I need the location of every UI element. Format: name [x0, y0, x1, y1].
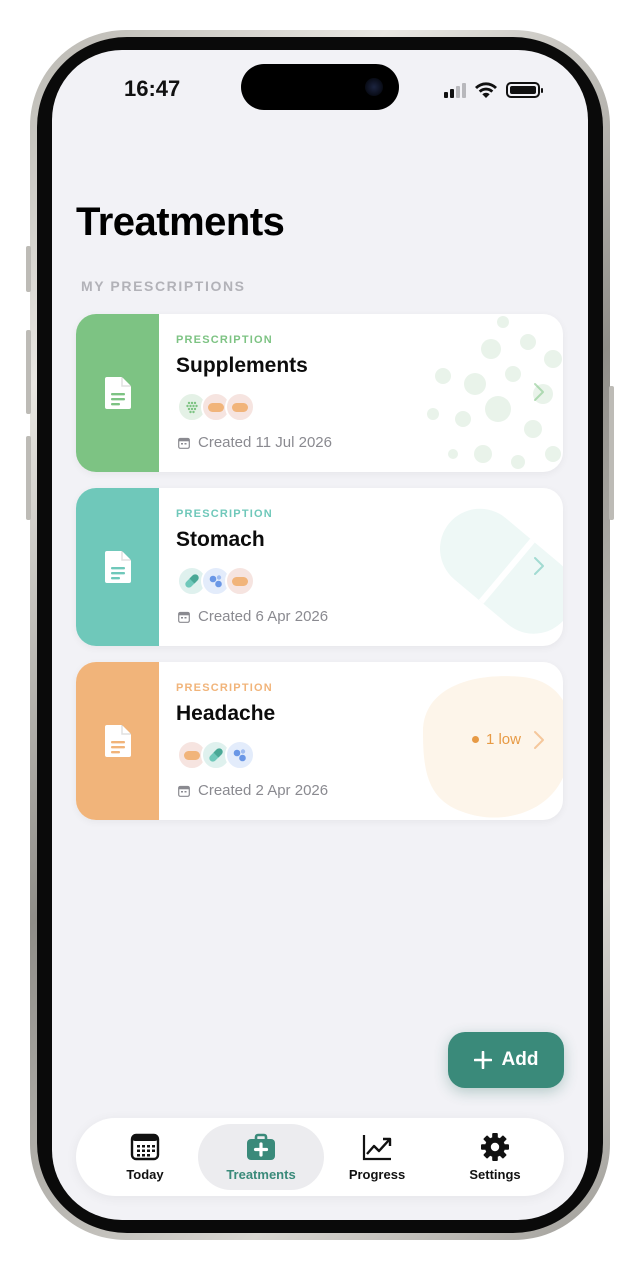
tab-settings[interactable]: Settings: [432, 1124, 558, 1190]
calendar-small-icon: [178, 611, 190, 623]
card-kicker: PRESCRIPTION: [176, 334, 273, 346]
calendar-small-icon: [178, 437, 190, 449]
blue-tablets-icon: [225, 740, 255, 770]
page-title: Treatments: [76, 200, 285, 244]
power-button: [609, 386, 614, 520]
card-color-strip: [76, 314, 159, 472]
chevron-right-icon: [534, 383, 544, 401]
low-stock-badge: 1 low: [471, 731, 521, 748]
trend-chart-icon: [362, 1134, 392, 1160]
camera-icon: [365, 78, 383, 96]
volume-down-button: [26, 436, 31, 520]
medication-icons: [177, 566, 255, 596]
status-icons: [444, 80, 543, 100]
low-stock-text: 1 low: [485, 731, 521, 748]
medication-icons: [177, 392, 255, 422]
orange-capsule-icon: [225, 566, 255, 596]
signal-icon: [444, 82, 466, 98]
chevron-right-icon: [534, 731, 544, 749]
gear-icon: [481, 1132, 509, 1161]
calendar-icon: [130, 1133, 160, 1160]
card-kicker: PRESCRIPTION: [176, 508, 273, 520]
created-date: Created 11 Jul 2026: [178, 434, 332, 451]
created-date-text: Created 6 Apr 2026: [198, 608, 329, 625]
tab-bar: Today Treatments Progress Settings: [76, 1118, 564, 1196]
prescription-card-headache[interactable]: PRESCRIPTION Headache Created 2 Apr 2026…: [76, 662, 563, 820]
dynamic-island: [241, 64, 399, 110]
plus-icon: [473, 1051, 492, 1069]
status-time: 16:47: [124, 76, 181, 101]
tab-label: Settings: [469, 1166, 521, 1182]
section-label: MY PRESCRIPTIONS: [81, 278, 246, 294]
prescription-name: Headache: [176, 702, 276, 725]
created-date: Created 6 Apr 2026: [178, 608, 328, 625]
tab-progress[interactable]: Progress: [314, 1124, 440, 1190]
card-kicker: PRESCRIPTION: [176, 682, 273, 694]
created-date-text: Created 11 Jul 2026: [198, 434, 332, 451]
created-date-text: Created 2 Apr 2026: [198, 782, 329, 799]
prescription-name: Supplements: [176, 354, 308, 377]
card-color-strip: [76, 662, 159, 820]
add-prescription-button[interactable]: Add: [448, 1032, 564, 1088]
card-color-strip: [76, 488, 159, 646]
document-icon: [104, 725, 131, 757]
mute-switch: [26, 246, 31, 292]
document-icon: [104, 551, 131, 583]
medication-icons: [177, 740, 255, 770]
screen: 16:47 Treatments MY PRESCRIPTIONS PRESCR…: [52, 50, 588, 1220]
created-date: Created 2 Apr 2026: [178, 782, 328, 799]
orange-capsule-icon: [225, 392, 255, 422]
tab-label: Progress: [348, 1166, 406, 1182]
tab-label: Treatments: [226, 1166, 296, 1182]
prescription-card-stomach[interactable]: PRESCRIPTION Stomach Created 6 Apr 2026: [76, 488, 563, 646]
volume-up-button: [26, 330, 31, 414]
medical-kit-icon: [247, 1133, 275, 1160]
add-button-label: Add: [501, 1049, 539, 1070]
tab-label: Today: [126, 1166, 164, 1182]
prescription-card-supplements[interactable]: PRESCRIPTION Supplements Created 11 Jul …: [76, 314, 563, 472]
battery-icon: [506, 82, 543, 98]
tab-treatments[interactable]: Treatments: [198, 1124, 324, 1190]
calendar-small-icon: [178, 785, 190, 797]
document-icon: [104, 377, 131, 409]
tab-today[interactable]: Today: [82, 1124, 208, 1190]
chevron-right-icon: [534, 557, 544, 575]
warning-dot-icon: [471, 736, 479, 743]
wifi-icon: [475, 82, 497, 98]
prescription-name: Stomach: [176, 528, 265, 551]
